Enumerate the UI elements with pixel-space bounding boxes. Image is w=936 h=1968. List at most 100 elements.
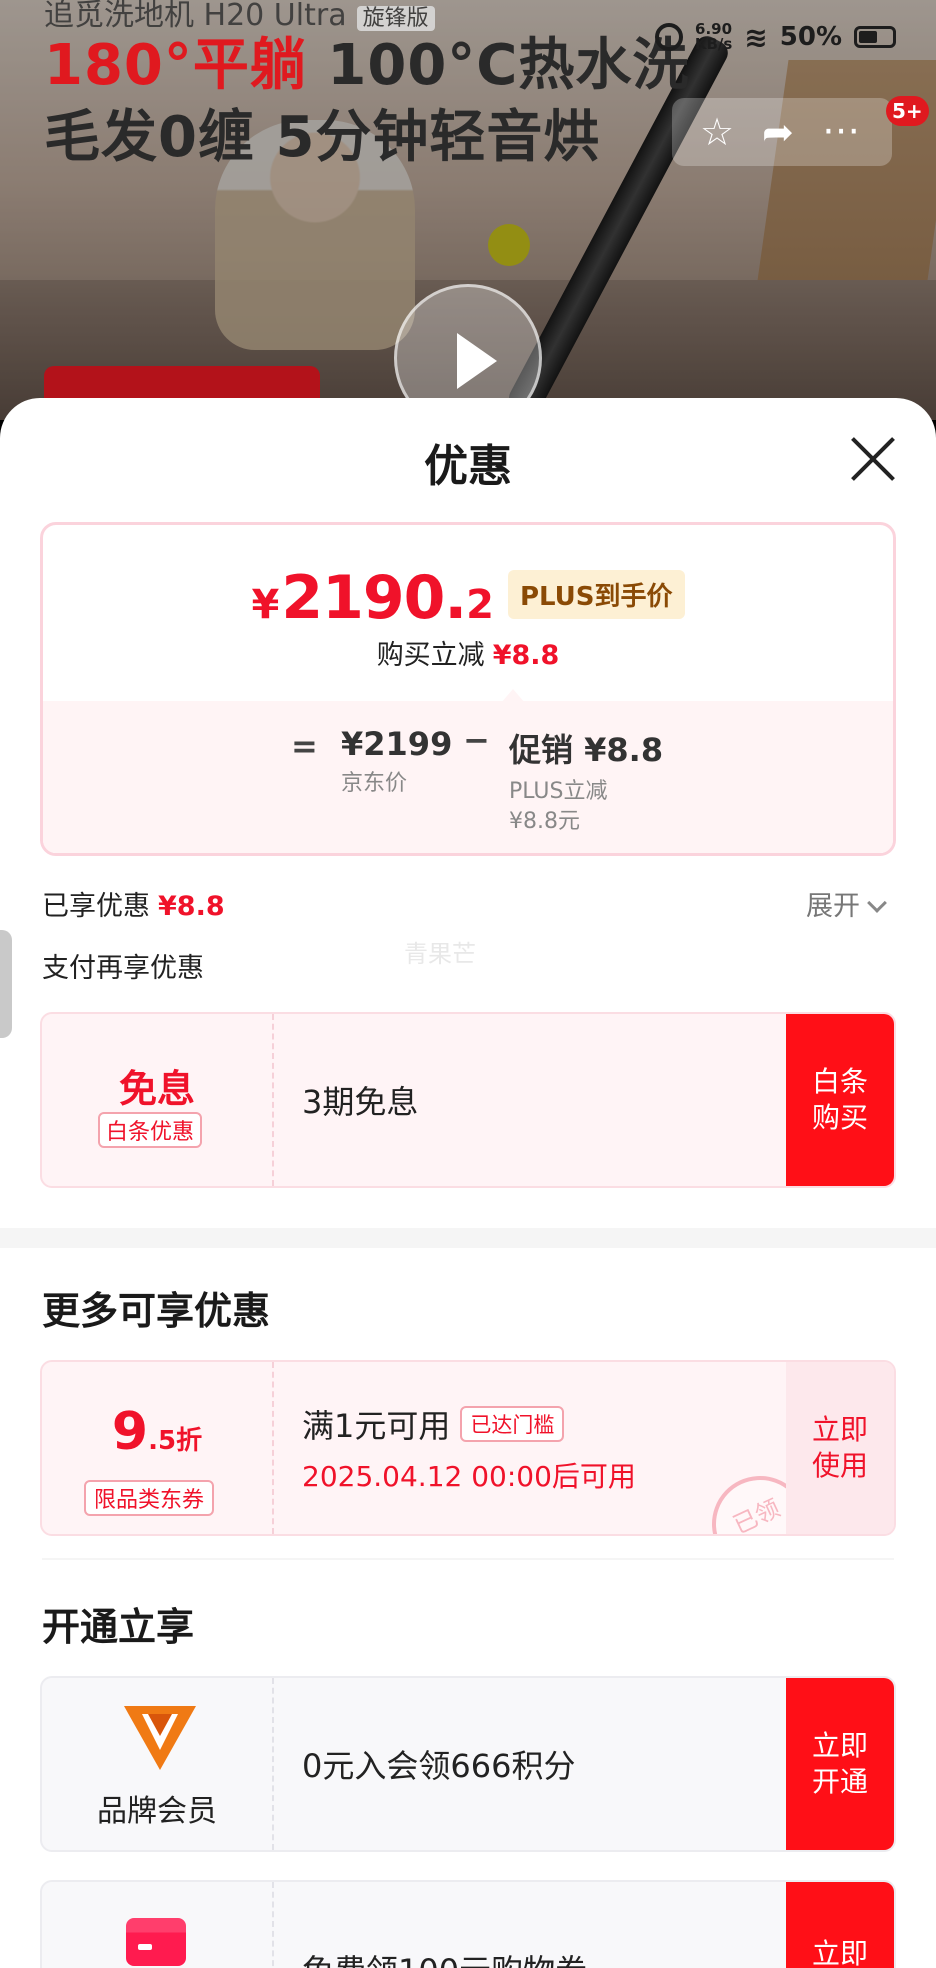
price-decimal: 2 <box>466 582 494 628</box>
more-icon[interactable]: ⋯ <box>822 108 862 152</box>
coupon-divider <box>272 1014 274 1186</box>
enjoyed-label: 已享优惠 <box>42 891 150 922</box>
jd-coupon-tag: 限品类东券 <box>84 1480 215 1516</box>
join-now-label: 立即 开通 <box>812 1728 868 1800</box>
shop-body: 免费领100元购物券 <box>302 1882 587 1968</box>
expand-label: 展开 <box>806 891 860 922</box>
jd-price: ¥2199 <box>341 725 453 763</box>
share-icon[interactable]: ➦ <box>762 110 794 154</box>
member-left: 品牌会员 <box>42 1678 272 1850</box>
baitiao-buy-button[interactable]: 白条 购买 <box>786 1014 894 1186</box>
speed-unit: KB/s <box>694 35 733 53</box>
promo-detail: PLUS立减 ¥8.8元 <box>509 777 663 837</box>
promo-detail-line2: ¥8.8元 <box>509 809 580 834</box>
baitiao-text: 3期免息 <box>302 1083 419 1121</box>
threshold-reached-badge: 已达门槛 <box>460 1406 565 1442</box>
section-divider <box>0 1228 936 1248</box>
brand-member-offer: 品牌会员 0元入会领666积分 立即 开通 <box>40 1676 896 1852</box>
claim-now-button[interactable]: 立即 <box>786 1882 894 1968</box>
baitiao-buy-line1: 白条 <box>811 1065 868 1098</box>
baitiao-buy-line2: 购买 <box>811 1101 868 1134</box>
alarm-icon <box>654 23 683 51</box>
enjoyed-discount: 已享优惠 ¥8.8 <box>42 884 225 923</box>
price-integer: 2190. <box>281 563 467 633</box>
discount-suffix: .5折 <box>148 1426 203 1456</box>
expand-button[interactable]: 展开 <box>806 884 887 923</box>
price-caret <box>501 689 525 703</box>
headline-line1: 180°平躺 100°C热水洗 <box>44 30 689 102</box>
headline-red: 180°平躺 <box>44 33 307 98</box>
shop-left <box>42 1882 272 1968</box>
price-summary: ¥ 2190. 2 PLUS到手价 购买立减 ¥8.8 <box>43 525 893 701</box>
headline-line2: 毛发0缠 5分钟轻音烘 <box>44 105 601 170</box>
promo-value: 促销 ¥8.8 <box>509 731 664 769</box>
promo-column: 促销 ¥8.8 PLUS立减 ¥8.8元 <box>509 725 663 837</box>
enjoyed-value: ¥8.8 <box>158 891 225 922</box>
condition-text: 满1元可用 <box>302 1407 451 1445</box>
price-breakdown-card: ¥ 2190. 2 PLUS到手价 购买立减 ¥8.8 = ¥2199 京东价 −… <box>40 522 896 856</box>
battery-percent: 50% <box>779 22 842 52</box>
pay-more-label: 支付再享优惠 <box>42 953 204 984</box>
battery-icon <box>854 26 896 48</box>
join-now-line1: 立即 <box>811 1729 868 1762</box>
jd-coupon-discount: 9.5折 <box>42 1402 272 1462</box>
jd-price-label: 京东价 <box>341 771 408 796</box>
member-body: 0元入会领666积分 <box>302 1678 575 1850</box>
card-icon <box>126 1918 186 1966</box>
jd-coupon-left: 9.5折 限品类东券 <box>42 1362 272 1534</box>
discount-number: 9 <box>111 1402 149 1462</box>
instant-discount-label: 购买立减 <box>376 640 485 671</box>
shopping-voucher-offer: 免费领100元购物券 立即 <box>40 1880 896 1968</box>
product-name: 追觅洗地机 H20 Ultra 旋锋版 <box>44 0 435 34</box>
brand-v-logo-icon <box>124 1706 196 1770</box>
thin-divider <box>42 1558 894 1560</box>
jd-price-column: ¥2199 京东价 <box>341 725 452 799</box>
cart-badge: 5+ <box>886 96 929 126</box>
watermark: 青果芒 <box>404 940 476 968</box>
baitiao-body: 3期免息 <box>302 1014 418 1186</box>
join-now-line2: 开通 <box>811 1765 868 1798</box>
status-bar: 6.90 KB/s ≋ 50% <box>654 14 896 60</box>
star-icon[interactable]: ☆ <box>700 110 734 154</box>
final-price: ¥ 2190. 2 PLUS到手价 <box>43 563 893 633</box>
baitiao-offer: 免息 白条优惠 3期免息 白条 购买 <box>40 1012 896 1188</box>
product-video-background: 追觅洗地机 H20 Ultra 旋锋版 180°平躺 100°C热水洗 毛发0缠 … <box>0 0 936 420</box>
open-benefits-title: 开通立享 <box>42 1605 195 1649</box>
chevron-down-icon <box>867 893 887 913</box>
promo-detail-line1: PLUS立减 <box>509 779 608 804</box>
plus-price-tag: PLUS到手价 <box>507 569 685 619</box>
more-offers-title: 更多可享优惠 <box>42 1289 271 1333</box>
member-text: 0元入会领666积分 <box>302 1747 576 1785</box>
baitiao-left: 免息 白条优惠 <box>42 1014 272 1186</box>
jd-coupon-body: 满1元可用 已达门槛 2025.04.12 00:00后可用 <box>302 1362 636 1534</box>
product-headline: 180°平躺 100°C热水洗 毛发0缠 5分钟轻音烘 <box>44 30 689 174</box>
side-drag-handle[interactable] <box>0 930 12 1038</box>
price-formula: = ¥2199 京东价 − 促销 ¥8.8 PLUS立减 ¥8.8元 <box>43 701 893 853</box>
wifi-icon: ≋ <box>744 20 768 54</box>
network-speed: 6.90 KB/s <box>695 22 732 52</box>
coupon-divider <box>272 1362 274 1534</box>
jd-coupon-condition: 满1元可用 已达门槛 <box>302 1401 636 1447</box>
product-name-text: 追觅洗地机 H20 Ultra <box>44 0 347 33</box>
shop-text: 免费领100元购物券 <box>302 1946 587 1968</box>
use-now-line2: 使用 <box>811 1449 868 1482</box>
baitiao-tag: 白条优惠 <box>98 1112 203 1148</box>
use-now-label: 立即 使用 <box>812 1412 868 1484</box>
baitiao-buy-label: 白条 购买 <box>812 1064 868 1136</box>
sheet-title: 优惠 <box>424 441 512 492</box>
minus-sign: − <box>463 721 490 759</box>
use-now-button[interactable]: 立即 使用 <box>786 1362 894 1534</box>
join-now-button[interactable]: 立即 开通 <box>786 1678 894 1850</box>
use-now-line1: 立即 <box>811 1413 868 1446</box>
instant-discount: 购买立减 ¥8.8 <box>43 633 893 672</box>
coupon-divider <box>272 1882 274 1968</box>
claim-now-label: 立即 <box>811 1937 868 1968</box>
baitiao-title: 免息 <box>118 1067 195 1111</box>
top-action-bar: ☆ ➦ ⋯ <box>672 98 892 166</box>
jd-coupon-validity: 2025.04.12 00:00后可用 <box>302 1460 636 1493</box>
discount-sheet: 优惠 ¥ 2190. 2 PLUS到手价 购买立减 ¥8.8 = ¥2199 京东… <box>0 398 936 1968</box>
coupon-divider <box>272 1678 274 1850</box>
product-tag: 旋锋版 <box>356 6 435 31</box>
close-icon[interactable] <box>848 434 898 484</box>
instant-discount-value: ¥8.8 <box>492 640 560 671</box>
